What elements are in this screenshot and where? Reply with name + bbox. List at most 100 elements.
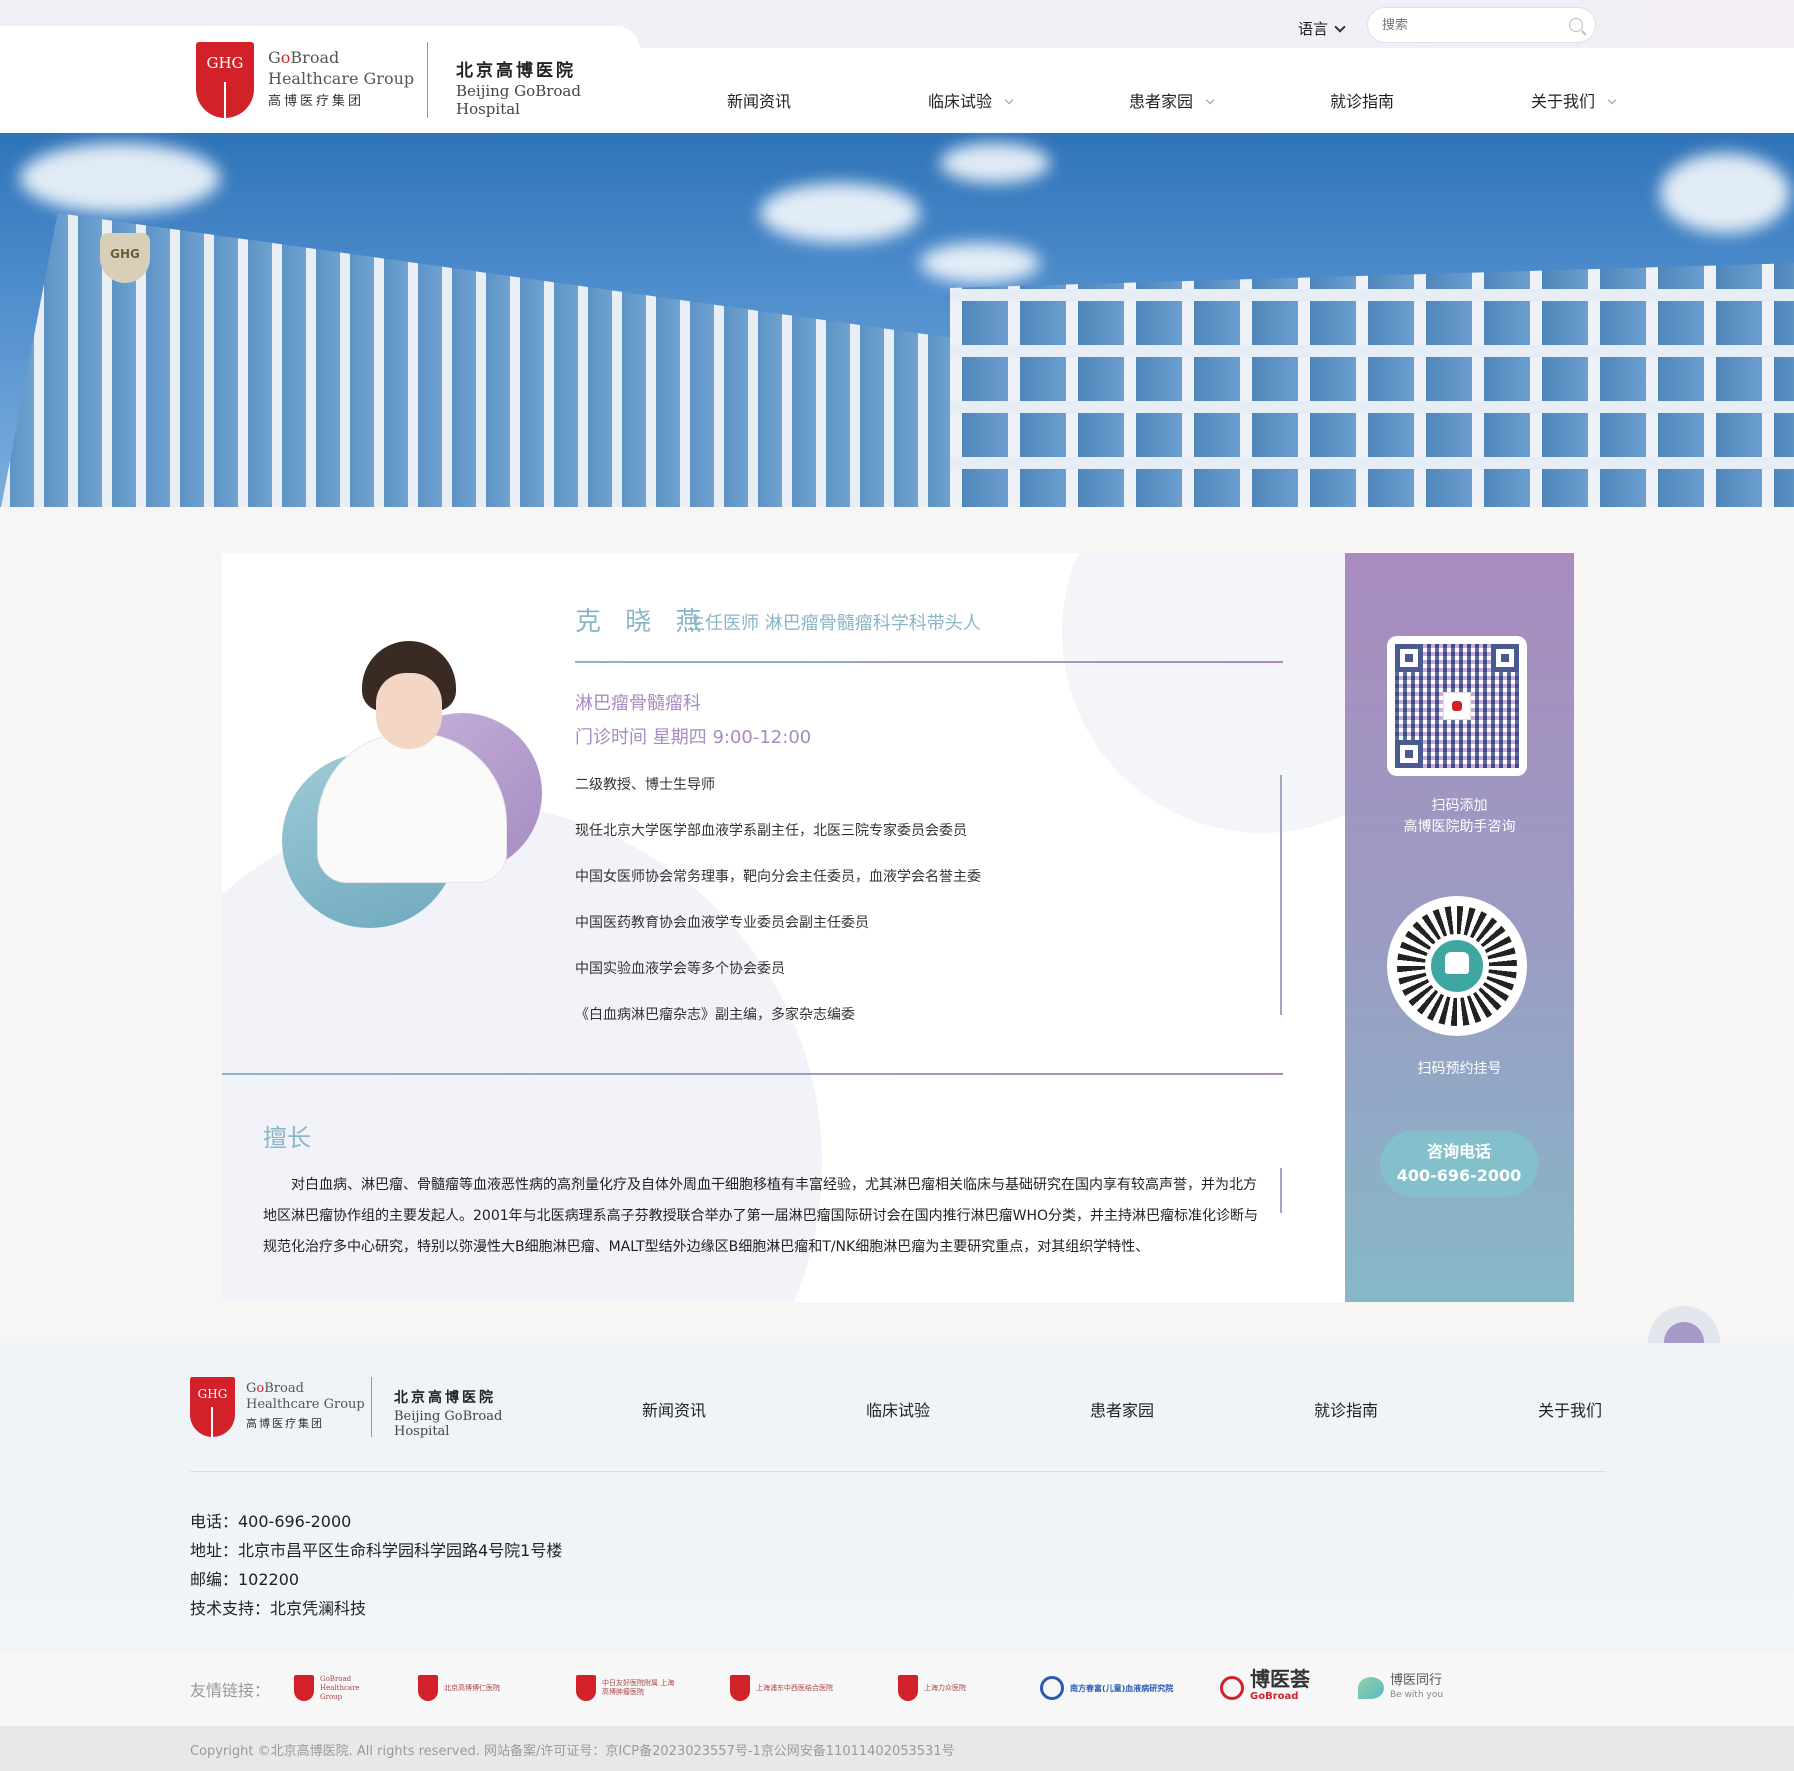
logo-hospital-cn: 北京高博医院 (394, 1390, 496, 1406)
search-icon[interactable] (1569, 18, 1583, 32)
partner-link-shanghai-cancer[interactable]: 中日友好医院附属 上海高博肿瘤医院 (576, 1673, 676, 1703)
appointment-qr-caption: 扫码预约挂号 (1417, 1061, 1502, 1077)
footer-divider (190, 1471, 1606, 1472)
nav-news[interactable]: 新闻资讯 (727, 88, 791, 112)
qr1-caption-line1: 扫码添加 (1431, 798, 1488, 814)
doctor-photo (262, 641, 542, 943)
cloud (940, 143, 1050, 183)
hospital-building-right (950, 263, 1794, 507)
footer-phone: 电话：400-696-2000 (190, 1512, 352, 1531)
consult-phone-button[interactable]: 咨询电话 400-696-2000 (1380, 1131, 1538, 1197)
nav-patient-home[interactable]: 患者家园 (1129, 88, 1215, 112)
bio-item: 现任北京大学医学部血液学系副主任，北医三院专家委员会委员 (575, 823, 967, 839)
search-input[interactable] (1368, 8, 1548, 42)
footer-postcode: 邮编：102200 (190, 1570, 300, 1589)
boyihui-logo-icon (1220, 1676, 1244, 1700)
chevron-down-icon (1607, 95, 1617, 105)
cloud (760, 183, 920, 243)
logo-group-en-line2: Healthcare Group (246, 1397, 365, 1412)
footer-tech-support: 技术支持：北京凭澜科技 (190, 1599, 367, 1618)
partner-name: 博医同行 Be with you (1390, 1674, 1443, 1702)
assistant-qr-caption: 扫码添加 高博医院助手咨询 (1345, 796, 1574, 838)
boyitongxing-en: Be with you (1390, 1690, 1444, 1700)
partner-link-boyitongxing[interactable]: 博医同行 Be with you (1358, 1673, 1443, 1703)
partner-name: 北京高博博仁医院 (444, 1683, 500, 1692)
partner-link-nanfang[interactable]: 南方春富(儿童)血液病研究院 (1040, 1673, 1173, 1703)
nav-about-us[interactable]: 关于我们 (1531, 88, 1617, 112)
doctor-bio-list: 二级教授、博士生导师 现任北京大学医学部血液学系副主任，北医三院专家委员会委员 … (575, 775, 1275, 1051)
cloud (20, 143, 220, 213)
footer-contact-info: 电话：400-696-2000 地址：北京市昌平区生命科学园科学园路4号院1号楼… (190, 1507, 562, 1623)
nav-clinical-trials-label: 临床试验 (928, 92, 993, 111)
ghg-shield-logo: GHG (196, 42, 254, 118)
bio-item: 《白血病淋巴瘤杂志》副主编，多家杂志编委 (575, 1007, 855, 1023)
specialty-scrollbar[interactable] (1280, 1168, 1282, 1213)
footer-nav-news[interactable]: 新闻资讯 (642, 1397, 706, 1421)
qr-finder (1491, 644, 1519, 672)
logo-divider (427, 42, 428, 118)
logo-hospital-en: Beijing GoBroad Hospital (456, 82, 581, 118)
hero-banner: GHG (0, 133, 1794, 507)
partner-link-boren[interactable]: 北京高博博仁医院 (418, 1673, 534, 1703)
partner-name: 中日友好医院附属 上海高博肿瘤医院 (602, 1679, 675, 1696)
footer-logo[interactable]: GHG GoBroad Healthcare Group 高博医疗集团 北京高博… (190, 1377, 550, 1439)
nav-visit-guide[interactable]: 就诊指南 (1330, 88, 1394, 112)
language-label: 语言 (1298, 20, 1329, 38)
partner-link-lizhong[interactable]: 上海力众医院 (898, 1673, 994, 1703)
site-header: 语言 GHG GoBroad Healthcare Group 高博医疗集团 北… (0, 0, 1794, 133)
logo-group-cn: 高博医疗集团 (268, 94, 365, 109)
logo-hospital-en: Beijing GoBroad Hospital (394, 1409, 503, 1439)
copyright-bar: Copyright ©北京高博医院. All rights reserved. … (0, 1726, 1794, 1771)
qr-code-pattern (1395, 644, 1519, 768)
doctor-title: 主任医师 淋巴瘤骨髓瘤科学科带头人 (687, 613, 981, 634)
partner-shield-icon (576, 1675, 596, 1701)
partner-shield-icon (294, 1675, 314, 1701)
logo-group-en: GoBroad (246, 1379, 304, 1399)
chevron-down-icon (1004, 95, 1014, 105)
search-box[interactable] (1367, 7, 1596, 43)
partner-link-pudong[interactable]: 上海浦东中西医结合医院 (730, 1673, 866, 1703)
footer-nav-patient-home[interactable]: 患者家园 (1090, 1397, 1154, 1421)
phone-label: 咨询电话 (1426, 1142, 1491, 1161)
logo-badge-text: GHG (206, 54, 244, 72)
bio-item: 中国女医师协会常务理事，靶向分会主任委员，血液学会名誉主委 (575, 869, 981, 885)
section-divider (222, 1073, 1283, 1075)
doctor-face (376, 673, 442, 749)
partner-name: 博医荟 GoBroad (1250, 1669, 1310, 1706)
doctor-profile-card: 克 晓 燕 主任医师 淋巴瘤骨髓瘤科学科带头人 淋巴瘤骨髓瘤科 门诊时间 星期四… (222, 553, 1574, 1302)
clinic-hours: 门诊时间 星期四 9:00-12:00 (575, 727, 812, 748)
building-ghg-badge: GHG (100, 233, 150, 283)
partner-link-boyihui[interactable]: 博医荟 GoBroad (1220, 1669, 1310, 1706)
ghg-shield-logo: GHG (190, 1377, 235, 1437)
partner-shield-icon (730, 1675, 750, 1701)
logo-divider (371, 1377, 372, 1437)
appointment-mini-program-code (1387, 896, 1527, 1036)
qr1-caption-line2: 高博医院助手咨询 (1403, 819, 1516, 835)
chevron-down-icon (1205, 95, 1215, 105)
logo-g: G (246, 1381, 257, 1396)
logo-badge-text: GHG (197, 1387, 228, 1401)
friend-links-bar: 友情链接： GoBroad Healthcare Group 北京高博博仁医院 … (0, 1651, 1794, 1726)
specialty-text: 对白血病、淋巴瘤、骨髓瘤等血液恶性病的高剂量化疗及自体外周血干细胞移植有丰富经验… (263, 1177, 1259, 1255)
nav-about-us-label: 关于我们 (1531, 92, 1596, 111)
nav-news-label: 新闻资讯 (727, 92, 792, 111)
language-selector[interactable]: 语言 (1298, 18, 1346, 39)
qr-logo (1443, 692, 1471, 720)
partner-round-logo-icon (1040, 1676, 1064, 1700)
phone-number: 400-696-2000 (1396, 1166, 1522, 1185)
nav-visit-guide-label: 就诊指南 (1330, 92, 1395, 111)
site-logo[interactable]: GHG GoBroad Healthcare Group 高博医疗集团 北京高博… (196, 42, 646, 118)
friend-links-label: 友情链接： (190, 1681, 271, 1700)
partner-shield-icon (898, 1675, 918, 1701)
bio-scrollbar[interactable] (1280, 775, 1282, 1015)
bio-item: 二级教授、博士生导师 (575, 777, 715, 793)
partner-link-gobroad-group[interactable]: GoBroad Healthcare Group (294, 1673, 366, 1703)
footer-nav-clinical-trials[interactable]: 临床试验 (866, 1397, 930, 1421)
footer-nav-about-us[interactable]: 关于我们 (1538, 1397, 1602, 1421)
bio-item: 中国实验血液学会等多个协会委员 (575, 961, 785, 977)
logo-group-en: GoBroad (268, 48, 339, 68)
bio-item: 中国医药教育协会血液学专业委员会副主任委员 (575, 915, 869, 931)
nav-clinical-trials[interactable]: 临床试验 (928, 88, 1014, 112)
partner-shield-icon (418, 1675, 438, 1701)
footer-nav-visit-guide[interactable]: 就诊指南 (1314, 1397, 1378, 1421)
